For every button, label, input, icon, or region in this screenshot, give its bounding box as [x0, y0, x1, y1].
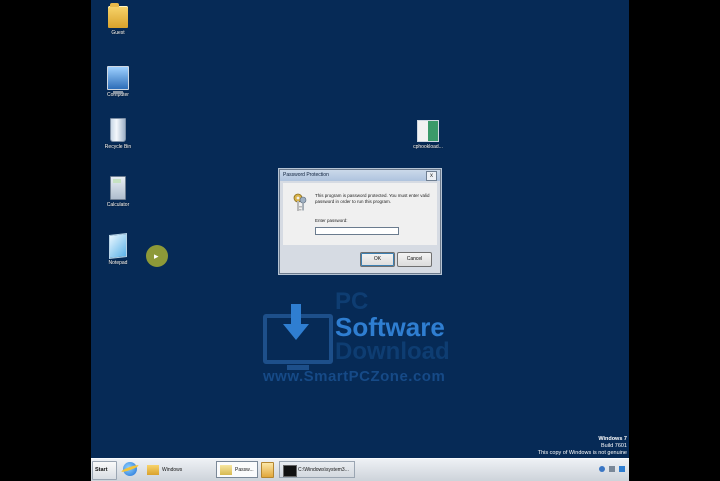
- internet-explorer-icon[interactable]: [123, 462, 137, 476]
- desktop-icon-notepad[interactable]: Notepad: [95, 233, 141, 266]
- computer-icon: [107, 66, 129, 94]
- dialog-message: This program is password protected. You …: [315, 193, 430, 204]
- folder-icon: [147, 465, 159, 475]
- close-button[interactable]: x: [426, 171, 437, 181]
- notepad-icon: [109, 233, 127, 259]
- windows-build: Build 7601: [601, 443, 627, 449]
- password-dialog: Password Protection x This program is pa…: [279, 169, 441, 274]
- watermark: PC Software Download www.SmartPCZone.com: [261, 288, 501, 392]
- dialog-titlebar[interactable]: Password Protection x: [280, 170, 440, 181]
- watermark-line3: Download: [335, 338, 450, 365]
- network-icon[interactable]: [599, 466, 605, 472]
- system-tray: [599, 464, 627, 476]
- desktop-icon-label: cphookload...: [413, 144, 443, 150]
- desktop-icon-label: Recycle Bin: [104, 144, 132, 150]
- media-player-icon[interactable]: [261, 462, 274, 478]
- taskbar: Start Windows Passw... C:\Windows\system…: [91, 458, 629, 481]
- password-label: Enter password:: [315, 218, 348, 223]
- watermark-url: www.SmartPCZone.com: [263, 368, 446, 385]
- password-input[interactable]: [315, 227, 399, 235]
- ok-button[interactable]: OK: [360, 252, 395, 267]
- desktop-icon-label: Notepad: [108, 260, 128, 266]
- start-button[interactable]: Start: [92, 461, 117, 480]
- desktop-icon-label: Calculator: [106, 202, 130, 208]
- dialog-body: This program is password protected. You …: [283, 183, 437, 245]
- recycle-bin-icon: [110, 118, 126, 142]
- desktop-icon-calculator[interactable]: Calculator: [95, 176, 141, 208]
- taskbar-item-label: C:\Windows\system3...: [298, 467, 349, 473]
- taskbar-item-label: Passw...: [235, 467, 254, 473]
- desktop: Guest Computer Recycle Bin Calculator No…: [91, 0, 629, 458]
- windows-version-info: Windows 7 Build 7601 This copy of Window…: [538, 436, 627, 457]
- volume-icon[interactable]: [609, 466, 615, 472]
- desktop-icon-guest[interactable]: Guest: [95, 3, 141, 36]
- dialog-title: Password Protection: [283, 172, 329, 178]
- application-icon: [220, 465, 232, 475]
- flag-icon[interactable]: [619, 466, 625, 472]
- cursor-highlight: ▸: [146, 245, 168, 267]
- download-arrow-icon: [283, 304, 309, 340]
- desktop-icon-cphookload[interactable]: cphookload...: [405, 120, 451, 150]
- mouse-pointer-icon: ▸: [154, 251, 159, 261]
- genuine-notice: This copy of Windows is not genuine: [537, 450, 627, 456]
- folder-icon: [108, 3, 128, 28]
- command-prompt-icon: [283, 465, 297, 477]
- desktop-icon-computer[interactable]: Computer: [95, 66, 141, 98]
- taskbar-item-label: Windows: [162, 467, 183, 473]
- taskbar-item-password[interactable]: Passw...: [216, 461, 258, 478]
- cancel-button[interactable]: Cancel: [397, 252, 432, 267]
- taskbar-item-cmd[interactable]: C:\Windows\system3...: [279, 461, 355, 478]
- desktop-icon-label: Guest: [111, 30, 125, 36]
- windows-edition: Windows 7: [598, 436, 627, 442]
- application-icon: [417, 120, 439, 142]
- calculator-icon: [110, 176, 126, 200]
- keys-icon: [293, 193, 307, 211]
- desktop-icon-recycle-bin[interactable]: Recycle Bin: [95, 118, 141, 150]
- taskbar-item-windows[interactable]: Windows: [143, 461, 211, 478]
